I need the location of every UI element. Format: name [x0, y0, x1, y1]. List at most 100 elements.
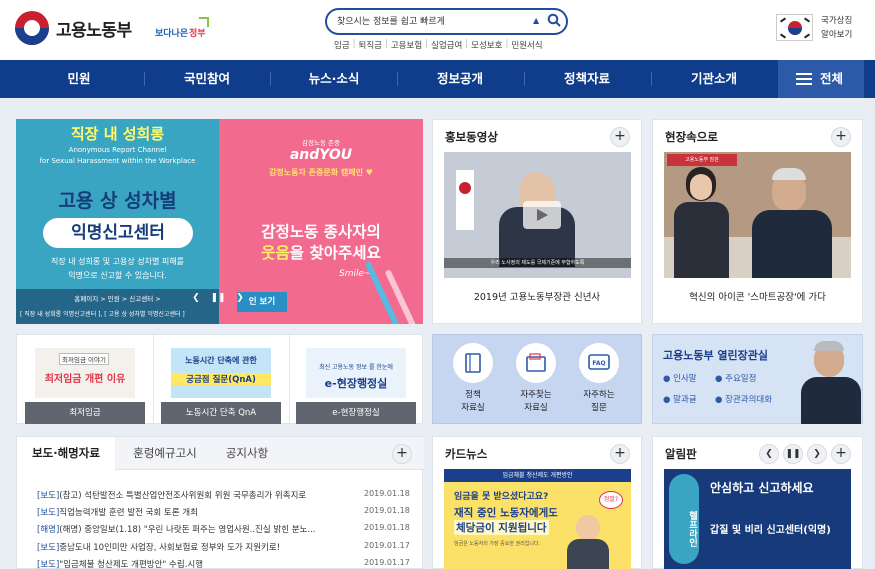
tab-notices[interactable]: 공지사항	[215, 437, 279, 470]
banner-emotional-labor[interactable]: 감정노동 존중 andYOU 감정노동자 존중문화 캠페인 ♥ 감정노동 종사자…	[219, 119, 423, 324]
news-row[interactable]: [보도]직업능력개발 훈련 발전 국회 토론 개최	[37, 506, 382, 518]
banner-links[interactable]: [ 직장 내 성희롱 익명신고센터 ], [ 고용 상 성차별 익명신고센터 ]	[20, 309, 185, 318]
banner-left-description: 직장 내 성희롱 및 고용상 성차별 피해를 익명으로 신고할 수 있습니다.	[50, 257, 185, 280]
news-row[interactable]: [해명](해명) 중앙일보(1.18) "우린 나랏돈 퍼주는 영업사원..진실…	[37, 523, 382, 535]
video-subtitle: 우리 노사정의 제도를 국제기준에 부합하도록	[444, 258, 631, 268]
more-plus-icon[interactable]: +	[610, 444, 630, 464]
minister-tag[interactable]: ● 말과글	[663, 393, 697, 405]
field-thumbnail[interactable]: 고용노동부 장관	[664, 152, 851, 278]
search-input[interactable]	[337, 14, 532, 30]
promo-working-hours[interactable]: 노동시간 단축에 관한 궁금점 질문(QnA) 노동시간 단축 QnA	[153, 335, 289, 424]
minister-tag[interactable]: ● 주요일정	[715, 372, 756, 384]
press-board: 보도·해명자료 훈령예규고시 공지사항 + [보도](참고) 석탄발전소 특별산…	[16, 436, 424, 569]
promo-label: e-현장행정실	[296, 402, 416, 424]
promo-video-card: 홍보동영상 + 우리 노사정의 제도를 국제기준에 부합하도록 2019년 고용…	[432, 119, 642, 324]
service-policy-library[interactable]: 정책 자료실	[443, 343, 503, 415]
search-box: ▲	[325, 8, 568, 35]
nav-item-disclosure[interactable]: 정보공개	[400, 60, 520, 98]
nav-item-about[interactable]: 기관소개	[654, 60, 774, 98]
tab-regulations[interactable]: 훈령예규고시	[115, 437, 215, 470]
news-row[interactable]: [보도](참고) 석탄발전소 특별산업안전조사위원회 위원 국무총리가 위촉지로	[37, 489, 382, 501]
prev-arrow-icon[interactable]: ❮	[759, 444, 779, 464]
notice-board-title: 알림판	[665, 447, 697, 461]
banner-right-smile: Smile~	[339, 269, 372, 279]
search-icon[interactable]	[547, 13, 561, 27]
promo-video-caption[interactable]: 2019년 고용노동부장관 신년사	[433, 289, 641, 303]
notice-image[interactable]: 헬프라인 안심하고 신고하세요 갑질 및 비리 신고센터(익명)	[664, 469, 851, 569]
card-news-title: 카드뉴스	[445, 447, 488, 461]
promo-minimum-wage[interactable]: 최저임금 이야기 최저임금 개편 이유 최저임금	[17, 335, 153, 424]
national-symbol-line1: 국가상징	[821, 16, 853, 26]
all-menu-button[interactable]: 전체	[778, 60, 864, 98]
nav-item-news[interactable]: 뉴스·소식	[274, 60, 394, 98]
play-icon[interactable]	[523, 201, 561, 229]
national-symbol-line2: 알아보기	[821, 30, 853, 40]
minister-room-title: 고용노동부 열린장관실	[663, 349, 769, 362]
banner-left-pill: 익명신고센터	[43, 218, 193, 248]
card-news: 카드뉴스 + 임금체불 청산제도 개편방안 임금을 못 받으셨다고요? 재직 중…	[432, 436, 642, 569]
card-news-image[interactable]: 임금체불 청산제도 개편방안 임금을 못 받으셨다고요? 재직 중인 노동자에게…	[444, 469, 631, 569]
site-logo[interactable]: 고용노동부	[15, 11, 132, 45]
banner-prev-icon[interactable]: ❮	[187, 289, 205, 307]
quick-link[interactable]: 퇴직금	[356, 39, 385, 51]
promo-image: 최저임금 이야기 최저임금 개편 이유	[35, 348, 135, 398]
minister-tag[interactable]: ● 인사말	[663, 372, 697, 384]
nav-item-civil[interactable]: 민원	[19, 60, 139, 98]
next-arrow-icon[interactable]: ❯	[807, 444, 827, 464]
banner-right-heading2: 웃음을 찾아주세요	[261, 244, 381, 262]
promo-trio: 최저임금 이야기 최저임금 개편 이유 최저임금 노동시간 단축에 관한 궁금점…	[16, 334, 423, 424]
news-date: 2019.01.17	[364, 541, 410, 550]
quick-link[interactable]: 실업급여	[428, 39, 465, 51]
site-header: 고용노동부 보다나은 정부 ▲ 임금| 퇴직금| 고용보험| 실업급여| 모성보…	[0, 0, 875, 60]
more-plus-icon[interactable]: +	[831, 444, 851, 464]
banner-right-small: 감정노동 존중	[302, 139, 340, 147]
news-row[interactable]: [보도]중남도내 10인미만 사업장, 사회보험료 정부와 도가 지원키로!	[37, 541, 382, 553]
tab-press[interactable]: 보도·해명자료	[17, 437, 115, 470]
flag-pole-icon	[456, 170, 474, 230]
banner-pause-icon[interactable]: ❚❚	[209, 289, 227, 307]
banner-next-icon[interactable]: ❯	[231, 289, 249, 307]
banner-left-title: 직장 내 성희롱	[70, 125, 165, 143]
promo-image: 최신 고용노동 정보 를 한눈에 e-현장행정실	[306, 348, 406, 398]
korean-flag-icon[interactable]	[776, 14, 813, 41]
pause-icon[interactable]: ❚❚	[783, 444, 803, 464]
minister-tag[interactable]: ● 장관과의대화	[715, 393, 772, 405]
quick-link[interactable]: 고용보험	[388, 39, 425, 51]
speech-bubble: 정말?	[599, 491, 623, 509]
field-caption[interactable]: 혁신의 아이콘 '스마트공장'에 가다	[653, 289, 862, 303]
field-card: 현장속으로 + 고용노동부 장관 혁신의 아이콘 '스마트공장'에 가다	[652, 119, 863, 324]
quick-link[interactable]: 민원서식	[508, 39, 545, 51]
book-icon	[453, 343, 493, 383]
more-plus-icon[interactable]: +	[610, 127, 630, 147]
main-nav: 민원 국민참여 뉴스·소식 정보공개 정책자료 기관소개 전체	[0, 60, 875, 98]
promo-image: 노동시간 단축에 관한 궁금점 질문(QnA)	[171, 348, 271, 398]
national-symbol-link[interactable]: 국가상징 알아보기	[821, 14, 852, 42]
caret-up-icon[interactable]: ▲	[533, 16, 539, 25]
main-banner[interactable]: 직장 내 성희롱 Anonymous Report Channel for Se…	[16, 119, 423, 324]
quick-links: 임금 | 퇴직금 | 고용보험 | 실업급여 | 모성보호 | 민원서식	[331, 39, 546, 51]
news-row[interactable]: [보도]"임금체불 청산제도 개편방안" 수립.시행	[37, 558, 382, 569]
taegeuk-logo-icon	[15, 11, 49, 45]
promo-e-office[interactable]: 최신 고용노동 정보 를 한눈에 e-현장행정실 e-현장행정실	[288, 335, 424, 424]
nav-item-policy[interactable]: 정책자료	[527, 60, 647, 98]
more-plus-icon[interactable]: +	[831, 127, 851, 147]
quick-link[interactable]: 임금	[331, 39, 353, 51]
more-plus-icon[interactable]: +	[392, 444, 412, 464]
notice-board: 알림판 ❮ ❚❚ ❯ + 헬프라인 안심하고 신고하세요 갑질 및 비리 신고센…	[652, 436, 863, 569]
slogan-text-1: 보다나은	[155, 29, 189, 39]
nav-item-participation[interactable]: 국민참여	[147, 60, 267, 98]
service-faq[interactable]: FAQ 자주하는 질문	[569, 343, 629, 415]
folder-icon	[516, 343, 556, 383]
svg-text:FAQ: FAQ	[592, 360, 605, 367]
news-date: 2019.01.18	[364, 489, 410, 498]
promo-label: 최저임금	[25, 402, 145, 424]
cartoon-head	[576, 515, 600, 541]
banner-left-heading: 고용 상 성차별	[58, 190, 177, 212]
minister-room-card[interactable]: 고용노동부 열린장관실 ● 인사말 ● 주요일정 ● 말과글 ● 장관과의대화	[652, 334, 863, 424]
promo-video-thumbnail[interactable]: 우리 노사정의 제도를 국제기준에 부합하도록	[444, 152, 631, 278]
quick-link[interactable]: 모성보호	[468, 39, 505, 51]
hamburger-icon	[796, 73, 812, 85]
service-frequent-library[interactable]: 자주찾는 자료실	[506, 343, 566, 415]
banner-right-campaign: 감정노동자 존중문화 캠페인 ♥	[269, 168, 373, 177]
services-card: 정책 자료실 자주찾는 자료실 FAQ 자주하는 질문	[432, 334, 642, 424]
